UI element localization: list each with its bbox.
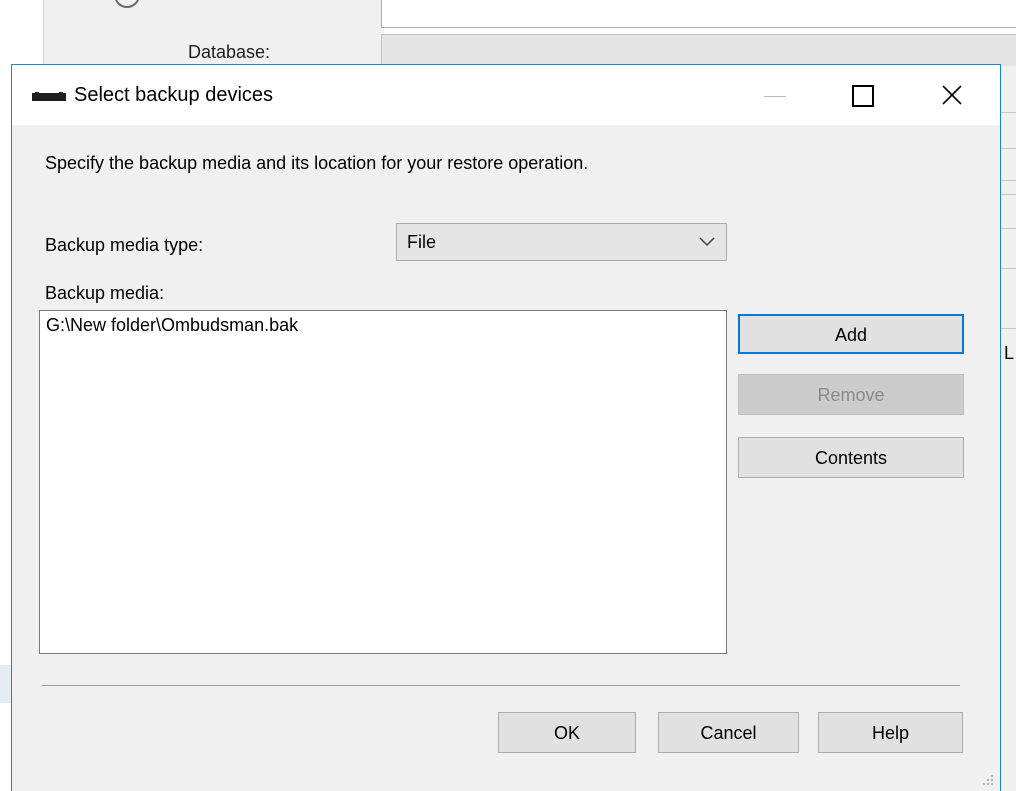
- contents-button[interactable]: Contents: [738, 437, 964, 478]
- parent-right-divider: [1001, 328, 1016, 329]
- parent-right-divider: [1001, 194, 1016, 195]
- dialog-title: Select backup devices: [74, 84, 274, 106]
- add-button[interactable]: Add: [738, 314, 964, 354]
- resize-grip-icon[interactable]: [979, 772, 995, 788]
- parent-database-label: Database:: [188, 42, 271, 62]
- parent-right-divider: [1001, 268, 1016, 269]
- maximize-icon: [852, 85, 874, 107]
- help-button[interactable]: Help: [818, 712, 963, 753]
- maximize-button[interactable]: [840, 65, 898, 125]
- parent-right-divider: [1001, 148, 1016, 149]
- backup-media-label: Backup media:: [45, 283, 165, 303]
- cancel-button[interactable]: Cancel: [658, 712, 799, 753]
- tape-drive-icon: [32, 92, 66, 101]
- parent-right-text: L: [1004, 343, 1015, 363]
- footer-separator: [42, 685, 960, 686]
- minimize-button[interactable]: [749, 65, 807, 125]
- parent-top-input: [381, 0, 1016, 28]
- close-button[interactable]: [930, 65, 988, 125]
- parent-right-divider: [1001, 180, 1016, 181]
- parent-database-input: [381, 34, 1016, 68]
- ok-button[interactable]: OK: [498, 712, 636, 753]
- chevron-down-icon: [699, 237, 715, 247]
- dialog-title-bar[interactable]: Select backup devices: [12, 65, 1000, 125]
- instructions-text: Specify the backup media and its locatio…: [45, 153, 589, 173]
- select-backup-devices-dialog: Select backup devices Specify the backup…: [11, 64, 1001, 791]
- parent-right-divider: [1001, 112, 1016, 113]
- backup-media-list[interactable]: G:\New folder\Ombudsman.bak: [39, 310, 727, 654]
- parent-right-strip: [1001, 66, 1016, 791]
- minimize-icon: [764, 96, 786, 97]
- close-icon: [942, 85, 962, 105]
- parent-right-divider: [1001, 228, 1016, 229]
- list-item[interactable]: G:\New folder\Ombudsman.bak: [46, 315, 298, 336]
- remove-button[interactable]: Remove: [738, 374, 964, 415]
- backup-media-type-label: Backup media type:: [45, 235, 204, 255]
- parent-left-highlight: [0, 665, 11, 703]
- backup-media-type-value: File: [407, 232, 437, 252]
- backup-media-type-select[interactable]: File: [396, 223, 727, 261]
